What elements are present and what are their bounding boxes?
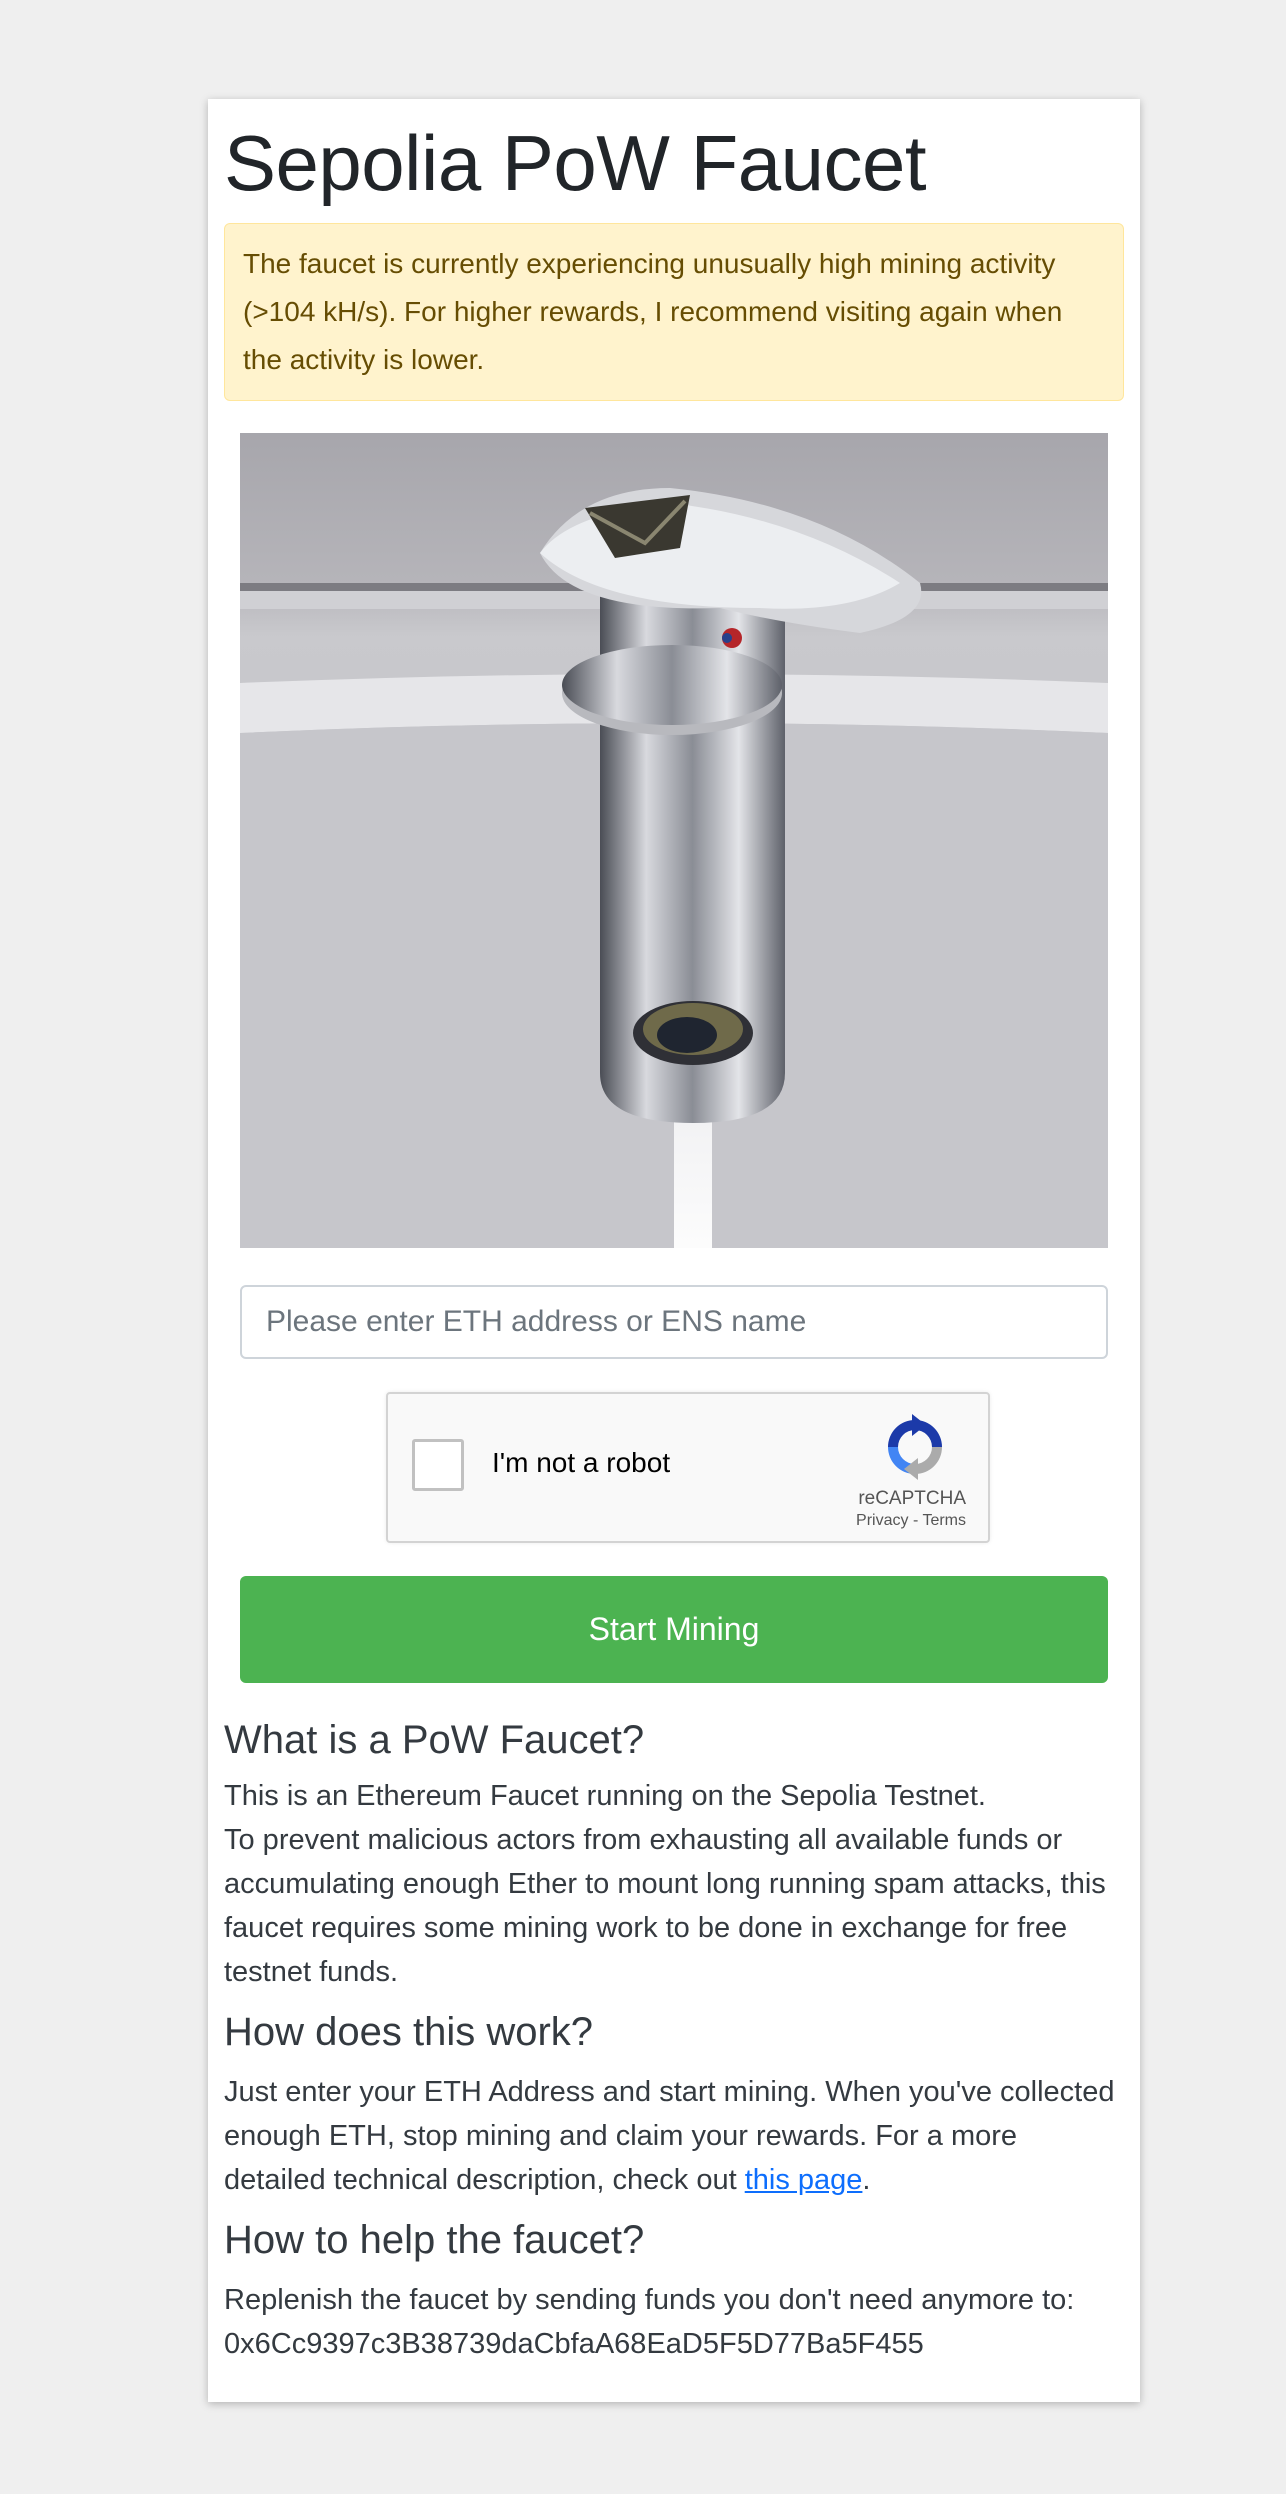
faucet-illustration <box>240 487 1108 1248</box>
what-line-2: To prevent malicious actors from exhaust… <box>224 1823 1106 1988</box>
what-heading: What is a PoW Faucet? <box>224 1717 645 1762</box>
recaptcha-links: Privacy - Terms <box>856 1512 966 1530</box>
how-description: Just enter your ETH Address and start mi… <box>224 2070 1124 2202</box>
mining-activity-alert: The faucet is currently experiencing unu… <box>224 222 1124 401</box>
page-title: Sepolia PoW Faucet <box>224 119 927 207</box>
what-line-1: This is an Ethereum Faucet running on th… <box>224 1779 986 1812</box>
how-heading: How does this work? <box>224 2009 594 2054</box>
what-description: This is an Ethereum Faucet running on th… <box>224 1774 1124 1994</box>
start-mining-button[interactable]: Start Mining <box>240 1575 1108 1683</box>
recaptcha-label: I'm not a robot <box>492 1446 671 1478</box>
recaptcha-logo-icon <box>888 1413 942 1480</box>
how-text-end: . <box>862 2163 871 2196</box>
recaptcha-privacy-link[interactable]: Privacy <box>856 1512 908 1529</box>
faucet-card: Sepolia PoW Faucet The faucet is current… <box>208 99 1140 2402</box>
recaptcha-terms-link[interactable]: Terms <box>922 1512 966 1529</box>
recaptcha-checkbox[interactable] <box>412 1438 464 1491</box>
help-description: Replenish the faucet by sending funds yo… <box>224 2278 1124 2366</box>
faucet-image <box>240 432 1108 1248</box>
recaptcha-widget: I'm not a robot reCAPTCHA Privacy - Term… <box>386 1391 990 1543</box>
recaptcha-separator: - <box>908 1511 923 1529</box>
help-text: Replenish the faucet by sending funds yo… <box>224 2283 1075 2316</box>
help-heading: How to help the faucet? <box>224 2217 645 2262</box>
technical-description-link[interactable]: this page <box>745 2164 863 2196</box>
how-text: Just enter your ETH Address and start mi… <box>224 2075 1115 2196</box>
recaptcha-brand: reCAPTCHA <box>858 1487 966 1509</box>
faucet-wallet-address: 0x6Cc9397c3B38739daCbfaA68EaD5F5D77Ba5F4… <box>224 2327 924 2360</box>
eth-address-input[interactable] <box>240 1284 1108 1359</box>
